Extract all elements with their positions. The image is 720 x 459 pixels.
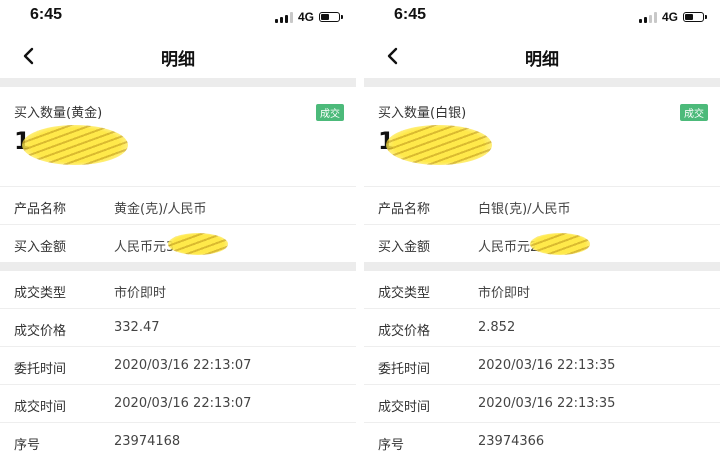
detail-row: 成交价格 332.47	[0, 309, 356, 347]
row-label: 成交时间	[378, 400, 431, 415]
status-indicators: 4G	[274, 10, 343, 24]
detail-row: 成交时间 2020/03/16 22:13:35	[364, 385, 720, 423]
row-label: 成交时间	[14, 400, 67, 415]
redaction-mark	[530, 233, 590, 255]
row-value: 332.47	[114, 320, 160, 335]
quantity-label: 买入数量(白银)	[378, 106, 467, 121]
row-label: 委托时间	[378, 362, 431, 377]
info-row: 买入金额 人民币元3	[0, 225, 356, 262]
status-indicators: 4G	[638, 10, 707, 24]
row-label: 成交价格	[14, 324, 67, 339]
battery-icon	[683, 12, 707, 22]
nav-bar: 明细	[0, 34, 356, 78]
row-value: 2.852	[478, 320, 516, 335]
row-value: 2020/03/16 22:13:07	[114, 396, 252, 411]
info-row: 产品名称 黄金(克)/人民币	[0, 187, 356, 225]
quantity-card: 买入数量(白银) 成交 1	[364, 87, 720, 187]
row-value: 2020/03/16 22:13:35	[478, 358, 616, 373]
row-value: 23974168	[114, 434, 181, 449]
quantity-card: 买入数量(黄金) 成交 1	[0, 87, 356, 187]
status-badge: 成交	[316, 104, 344, 121]
redaction-mark	[22, 125, 128, 165]
row-value: 市价即时	[114, 286, 167, 301]
row-label: 买入金额	[378, 240, 431, 255]
network-type: 4G	[661, 10, 678, 24]
section-divider	[364, 78, 720, 87]
detail-row: 序号 23974366	[364, 423, 720, 459]
row-label: 委托时间	[14, 362, 67, 377]
detail-row: 委托时间 2020/03/16 22:13:35	[364, 347, 720, 385]
row-value: 2020/03/16 22:13:07	[114, 358, 252, 373]
page-title: 明细	[161, 50, 195, 70]
row-value: 23974366	[478, 434, 545, 449]
status-time: 6:45	[30, 6, 63, 23]
row-value: 白银(克)/人民币	[478, 202, 571, 217]
phone-screen-silver: 6:45 4G 明细 买入数量(白银) 成交 1	[364, 0, 720, 459]
section-divider	[0, 262, 356, 271]
row-label: 成交价格	[378, 324, 431, 339]
status-bar: 6:45 4G	[364, 0, 720, 34]
nav-bar: 明细	[364, 34, 720, 78]
section-divider	[0, 78, 356, 87]
amount-cell: 人民币元2	[478, 236, 538, 255]
detail-row: 序号 23974168	[0, 423, 356, 459]
network-type: 4G	[297, 10, 314, 24]
signal-icon	[274, 11, 293, 23]
row-value: 2020/03/16 22:13:35	[478, 396, 616, 411]
quantity-label: 买入数量(黄金)	[14, 106, 103, 121]
row-label: 序号	[378, 438, 405, 453]
screen-gap	[356, 0, 364, 459]
battery-level	[321, 14, 330, 20]
row-label: 成交类型	[378, 286, 431, 301]
status-time: 6:45	[394, 6, 427, 23]
section-divider	[364, 262, 720, 271]
battery-icon	[319, 12, 343, 22]
amount-cell: 人民币元3	[114, 236, 174, 255]
redaction-mark	[386, 125, 492, 165]
detail-row: 成交类型 市价即时	[0, 271, 356, 309]
signal-icon	[638, 11, 657, 23]
status-badge: 成交	[680, 104, 708, 121]
phone-screen-gold: 6:45 4G 明细 买入数量(黄金) 成交 1	[0, 0, 356, 459]
battery-level	[685, 14, 694, 20]
detail-row: 委托时间 2020/03/16 22:13:07	[0, 347, 356, 385]
row-label: 序号	[14, 438, 41, 453]
row-value: 市价即时	[478, 286, 531, 301]
info-row: 产品名称 白银(克)/人民币	[364, 187, 720, 225]
row-label: 成交类型	[14, 286, 67, 301]
row-label: 产品名称	[378, 202, 431, 217]
row-value: 黄金(克)/人民币	[114, 202, 207, 217]
row-label: 买入金额	[14, 240, 67, 255]
page-title: 明细	[525, 50, 559, 70]
info-row: 买入金额 人民币元2	[364, 225, 720, 262]
redaction-mark	[168, 233, 228, 255]
status-bar: 6:45 4G	[0, 0, 356, 34]
detail-row: 成交类型 市价即时	[364, 271, 720, 309]
detail-row: 成交价格 2.852	[364, 309, 720, 347]
row-label: 产品名称	[14, 202, 67, 217]
row-value: 人民币元3	[114, 240, 175, 255]
detail-row: 成交时间 2020/03/16 22:13:07	[0, 385, 356, 423]
screenshot-pair: 6:45 4G 明细 买入数量(黄金) 成交 1	[0, 0, 720, 459]
